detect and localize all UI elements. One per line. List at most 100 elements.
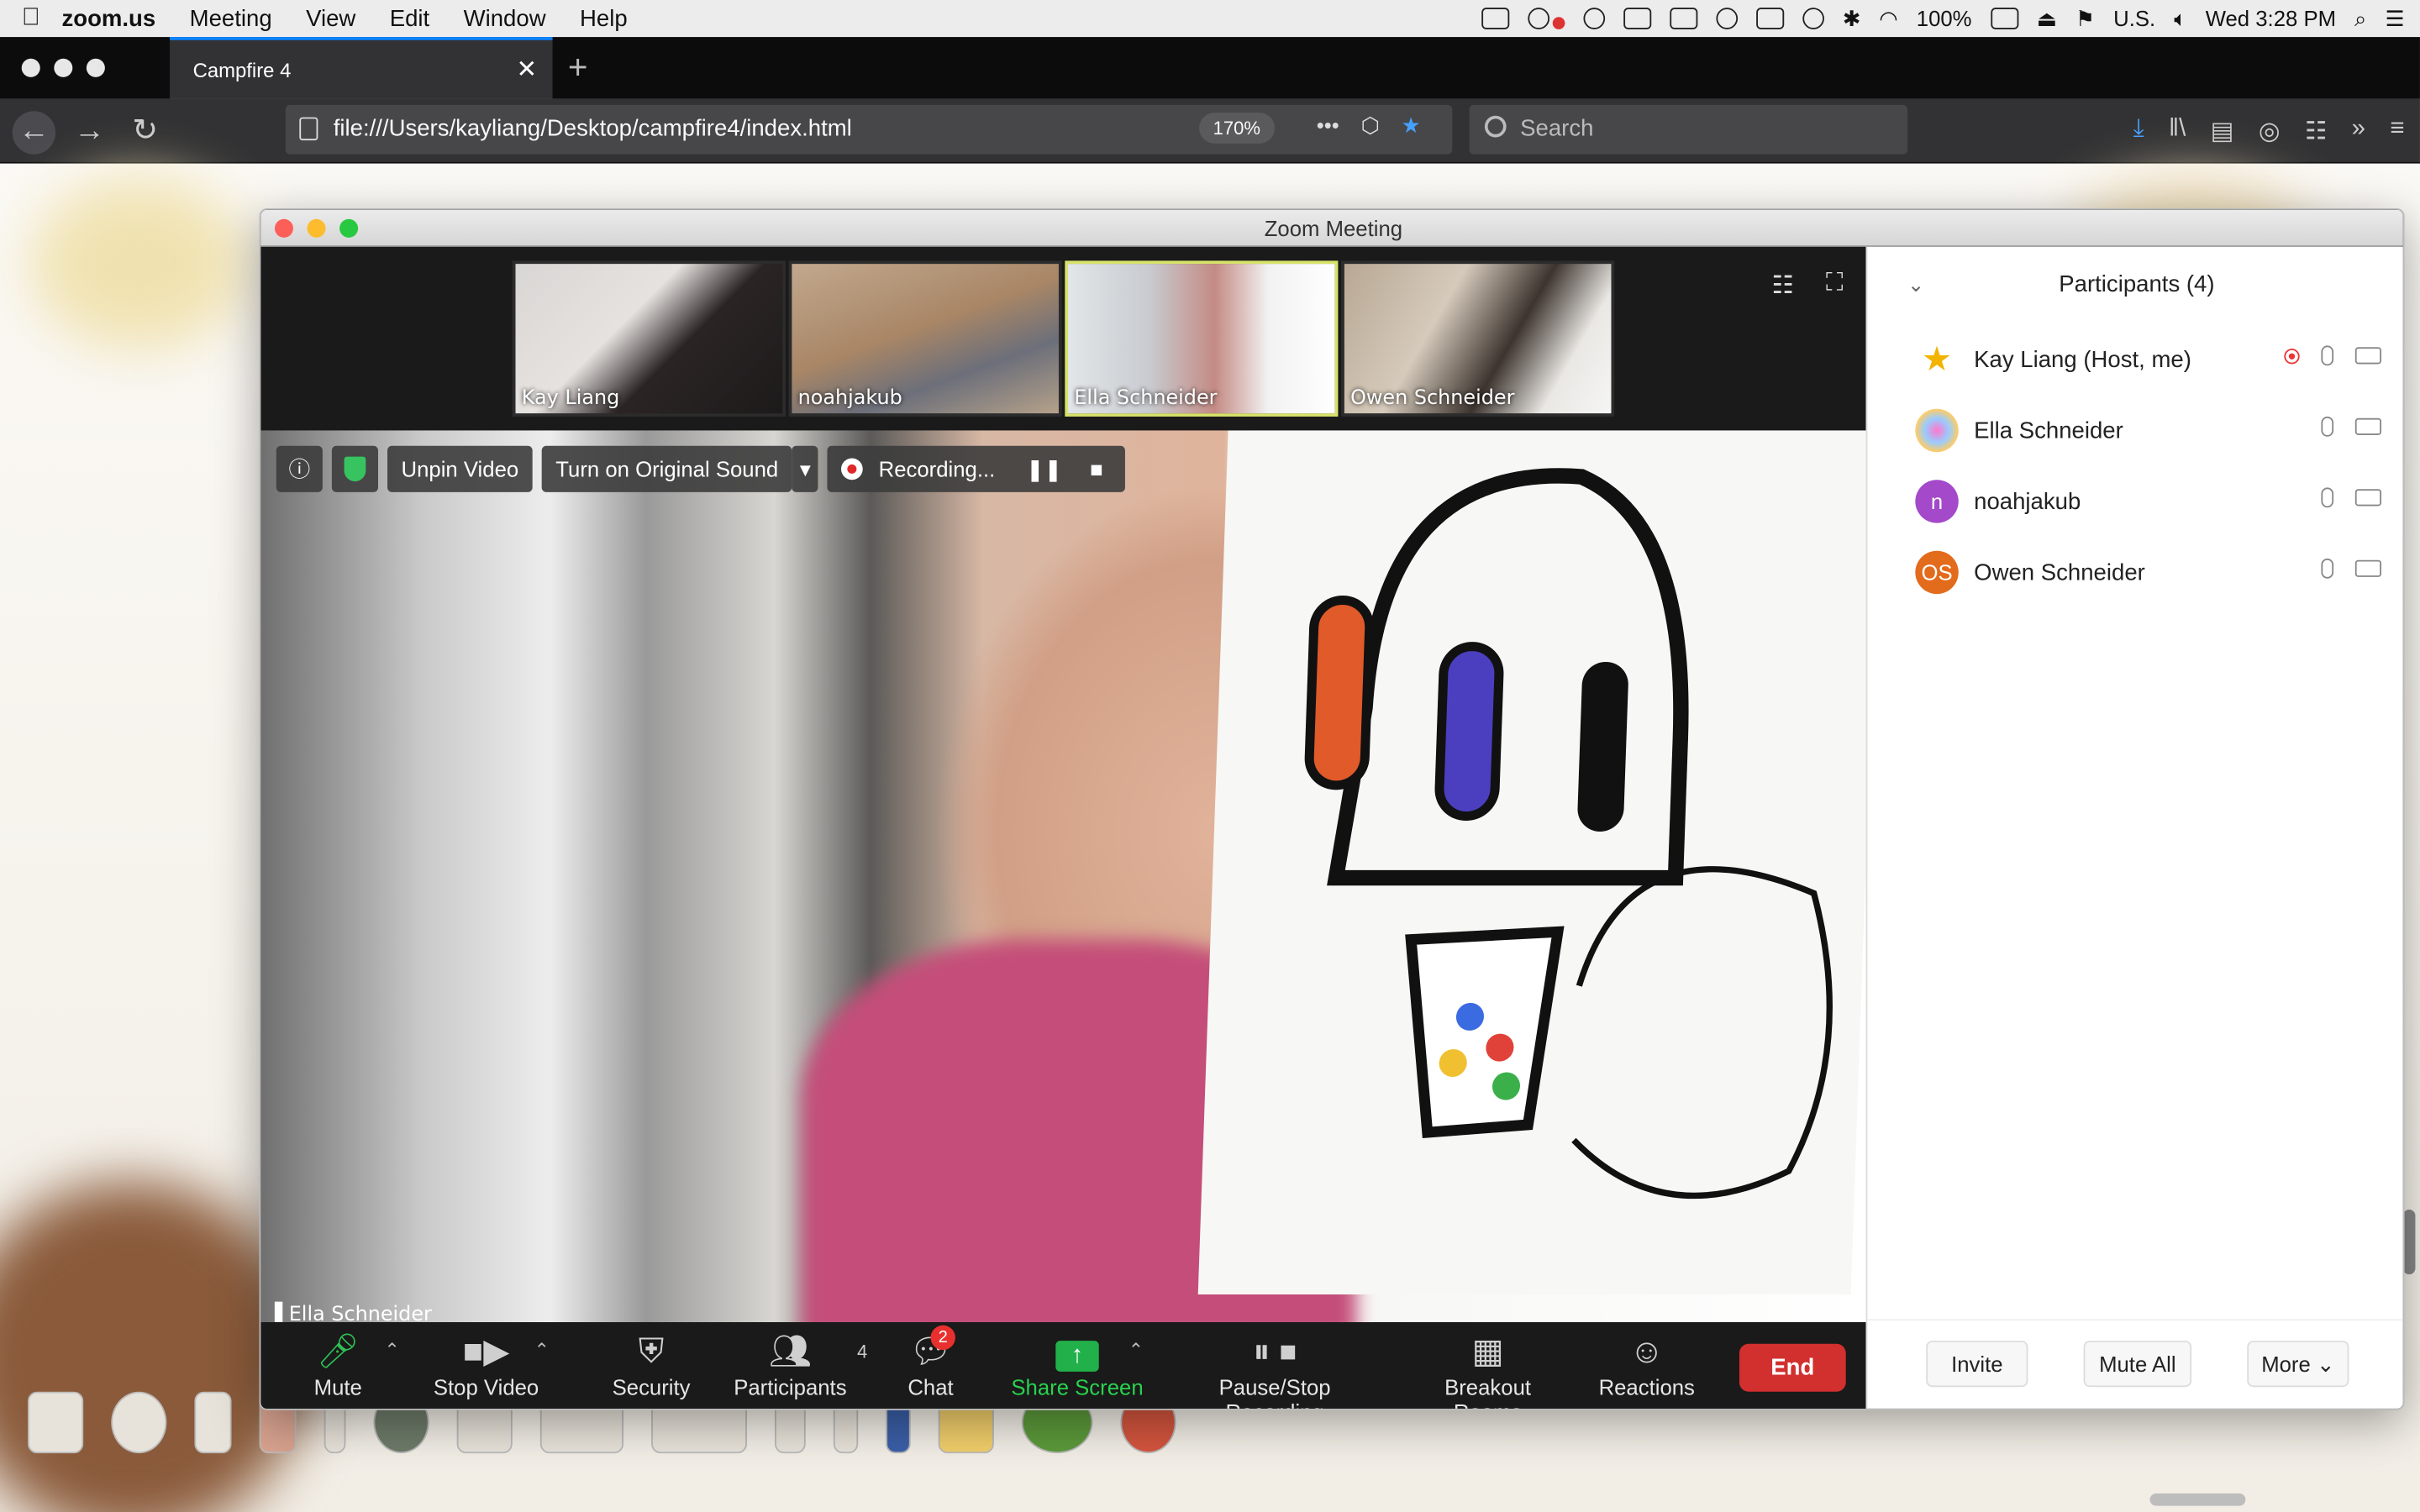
participant-row[interactable]: OS Owen Schneider — [1867, 537, 2402, 607]
more-actions-icon[interactable]: ••• — [1317, 113, 1339, 139]
mic-icon[interactable] — [2321, 487, 2334, 508]
flag-icon[interactable]: ⚑ — [2075, 5, 2095, 31]
wifi-icon[interactable]: ◠ — [1879, 5, 1897, 31]
participant-thumbnail-active[interactable]: Ella Schneider — [1065, 260, 1339, 417]
camera-icon[interactable] — [2354, 347, 2382, 365]
search-input[interactable]: Search — [1469, 104, 1908, 155]
unpin-video-button[interactable]: Unpin Video — [387, 445, 533, 492]
display-icon[interactable] — [1623, 8, 1651, 29]
airplay-icon[interactable] — [1755, 8, 1784, 29]
participant-row[interactable]: Ella Schneider — [1867, 395, 2402, 465]
close-button[interactable] — [274, 218, 293, 238]
stop-recording-icon[interactable]: ■ — [1090, 457, 1103, 481]
menu-help[interactable]: Help — [580, 5, 628, 31]
participant-thumbnail[interactable]: noahjakub — [788, 260, 1062, 417]
notification-center-icon[interactable]: ☰ — [2386, 5, 2405, 31]
input-source[interactable]: U.S. — [2113, 6, 2155, 30]
stop-video-button[interactable]: ■▶ Stop Video — [428, 1328, 545, 1399]
original-sound-button[interactable]: Turn on Original Sound — [541, 445, 792, 492]
audio-options-chevron-icon[interactable]: ⌃ — [384, 1339, 399, 1361]
share-screen-icon: ↑ — [1011, 1328, 1144, 1374]
breakout-rooms-button[interactable]: ▦ Breakout Rooms — [1409, 1328, 1566, 1409]
back-arrow-icon[interactable]: ← — [12, 111, 56, 155]
dice-icon[interactable] — [28, 1391, 84, 1454]
camera-icon[interactable] — [2354, 489, 2382, 507]
reload-icon[interactable]: ↻ — [124, 111, 166, 154]
original-sound-dropdown-icon[interactable]: ▾ — [792, 445, 818, 492]
download-icon[interactable]: ⤓ — [2133, 116, 2144, 147]
screenshot-icon[interactable] — [1669, 8, 1698, 29]
reactions-button[interactable]: ☺ Reactions — [1597, 1328, 1697, 1399]
participant-thumbnail[interactable]: Kay Liang — [512, 260, 786, 417]
do-not-disturb-icon[interactable] — [1716, 8, 1738, 29]
hamburger-menu-icon[interactable]: ≡ — [2390, 116, 2404, 147]
account-icon[interactable]: ◎ — [2259, 116, 2281, 147]
mute-all-button[interactable]: Mute All — [2083, 1341, 2192, 1388]
camera-icon[interactable] — [2354, 417, 2382, 435]
spotlight-icon[interactable]: ⌕ — [2354, 5, 2366, 31]
bluetooth-icon[interactable]: ✱ — [1843, 5, 1861, 31]
more-button[interactable]: More ⌄ — [2247, 1341, 2349, 1388]
pause-recording-icon[interactable]: ❚❚ — [1026, 456, 1062, 482]
mic-icon[interactable] — [2321, 345, 2334, 366]
new-tab-icon[interactable]: + — [568, 48, 588, 88]
zoom-level-badge[interactable]: 170% — [1199, 113, 1275, 144]
close-tab-icon[interactable]: ✕ — [517, 54, 538, 85]
participant-row[interactable]: n noahjakub — [1867, 466, 2402, 537]
forward-arrow-icon[interactable]: → — [68, 111, 111, 154]
browser-tab[interactable]: Campfire 4 ✕ — [170, 37, 553, 99]
end-meeting-button[interactable]: End — [1739, 1343, 1846, 1392]
menu-edit[interactable]: Edit — [390, 5, 429, 31]
maximize-button[interactable] — [339, 218, 359, 238]
library-icon[interactable]: ‖\ — [2169, 116, 2186, 147]
camera-icon[interactable] — [2354, 559, 2382, 577]
participant-row[interactable]: ★ Kay Liang (Host, me) — [1867, 324, 2402, 395]
url-bar[interactable]: file:///Users/kayliang/Desktop/campfire4… — [285, 104, 1453, 155]
invite-button[interactable]: Invite — [1926, 1341, 2028, 1388]
zoom-title-bar[interactable]: Zoom Meeting — [260, 209, 2403, 247]
horizontal-scrollbar[interactable] — [2149, 1493, 2246, 1506]
menu-app-name[interactable]: zoom.us — [61, 5, 155, 31]
menu-view[interactable]: View — [306, 5, 355, 31]
share-options-chevron-icon[interactable]: ⌃ — [1128, 1339, 1144, 1361]
zoom-status-icon[interactable] — [1481, 8, 1509, 29]
minimize-window-dot[interactable] — [54, 58, 73, 77]
menu-window[interactable]: Window — [464, 5, 546, 31]
minimize-button[interactable] — [307, 218, 326, 238]
video-options-chevron-icon[interactable]: ⌃ — [534, 1339, 549, 1361]
encryption-shield-icon[interactable] — [331, 445, 378, 492]
participants-button[interactable]: 👥︎ 4 Participants — [732, 1328, 867, 1399]
gallery-view-icon[interactable]: ☷ — [1772, 270, 1797, 299]
participant-thumbnail[interactable]: Owen Schneider — [1341, 260, 1615, 417]
zoom-window-dot[interactable] — [86, 58, 105, 77]
volume-icon[interactable]: 🔈︎ — [2174, 5, 2186, 31]
security-button[interactable]: ⛨ Security — [603, 1328, 699, 1399]
mute-button[interactable]: 🎤︎ Mute — [295, 1328, 381, 1399]
main-video[interactable]: ⓘ Unpin Video Turn on Original Sound ▾ R… — [260, 430, 1866, 1323]
collapse-chevron-icon[interactable]: ⌄ — [1907, 247, 1924, 324]
bookmark-star-icon[interactable]: ★ — [1402, 113, 1421, 139]
pause-stop-recording-button[interactable]: ⏸︎ ⏹︎ Pause/Stop Recording — [1170, 1328, 1380, 1409]
menu-meeting[interactable]: Meeting — [190, 5, 272, 31]
share-screen-button[interactable]: ↑ Share Screen — [1011, 1328, 1144, 1399]
eject-icon[interactable]: ⏏ — [2037, 5, 2057, 31]
pocket-icon[interactable]: ⬡ — [1360, 113, 1379, 139]
lightbulb-icon[interactable] — [194, 1391, 232, 1454]
mic-icon[interactable] — [2321, 558, 2334, 579]
mic-icon[interactable] — [2321, 416, 2334, 437]
close-window-dot[interactable] — [21, 58, 40, 77]
overflow-chevron-icon[interactable]: » — [2352, 116, 2365, 147]
color-wheel-icon[interactable] — [1583, 8, 1605, 29]
sidebar-icon[interactable]: ▤ — [2211, 116, 2234, 147]
vertical-scrollbar[interactable] — [2402, 1209, 2416, 1275]
creative-cloud-icon[interactable] — [1528, 8, 1549, 29]
time-machine-icon[interactable] — [1802, 8, 1824, 29]
apple-icon[interactable]:  — [0, 5, 61, 33]
meeting-info-icon[interactable]: ⓘ — [276, 445, 323, 492]
clock[interactable]: Wed 3:28 PM — [2206, 6, 2336, 30]
extension-icon[interactable]: ☷ — [2305, 116, 2327, 147]
chat-button[interactable]: 💬︎ 2 Chat — [897, 1325, 965, 1399]
wheel-icon[interactable] — [111, 1391, 167, 1454]
fullscreen-icon[interactable]: ⛶ — [1826, 270, 1850, 296]
battery-icon[interactable] — [1990, 8, 2018, 29]
